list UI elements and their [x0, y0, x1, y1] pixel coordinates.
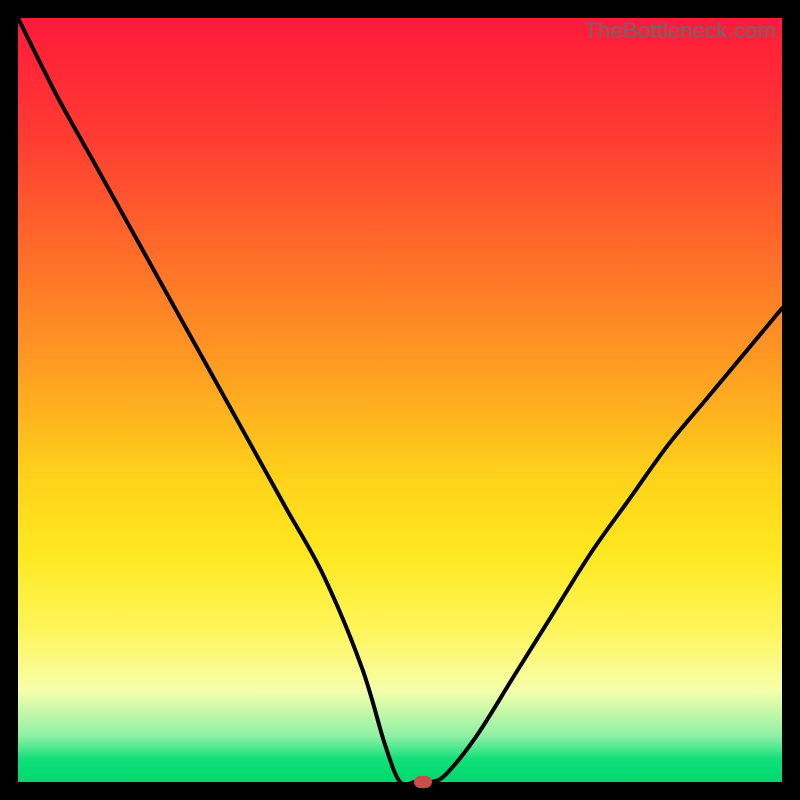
curve-path	[18, 18, 782, 782]
plot-area: TheBottleneck.com	[18, 18, 782, 782]
optimal-marker	[414, 776, 432, 788]
chart-frame: TheBottleneck.com	[0, 0, 800, 800]
bottleneck-curve	[18, 18, 782, 782]
